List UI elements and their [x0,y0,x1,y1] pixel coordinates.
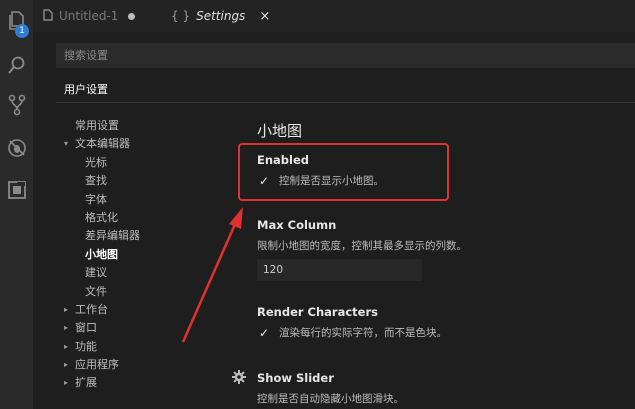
annotation-arrow-icon [181,207,243,343]
